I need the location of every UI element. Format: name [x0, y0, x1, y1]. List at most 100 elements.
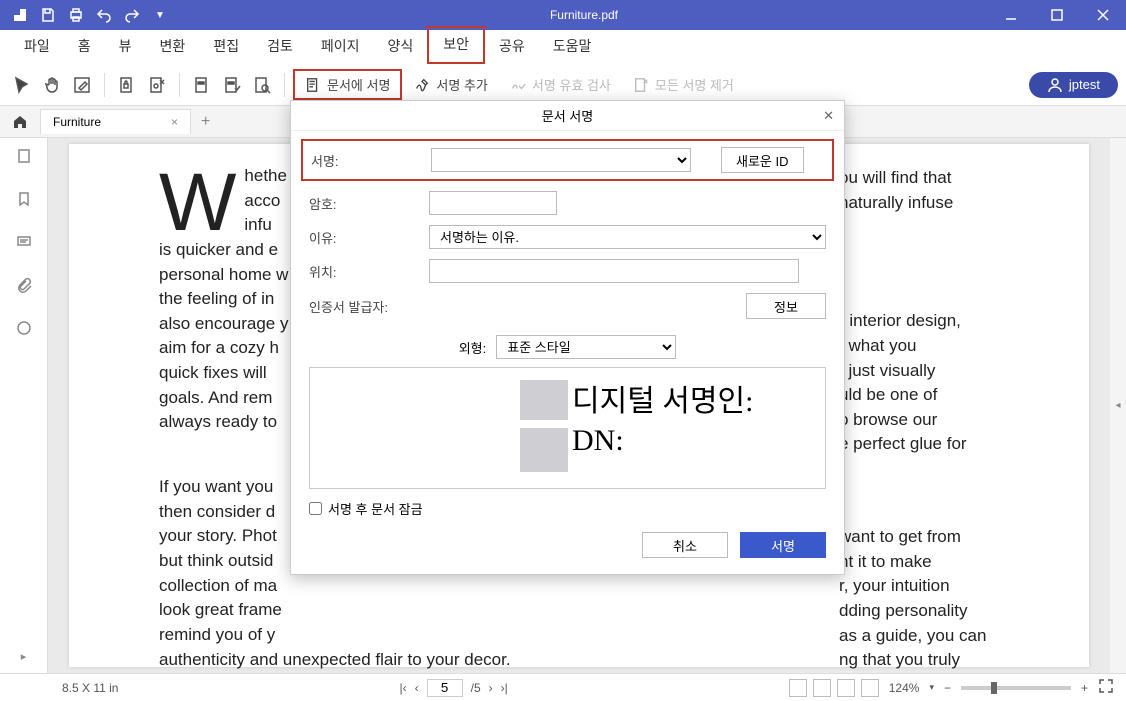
- single-page-view-icon[interactable]: [789, 679, 807, 697]
- document-tab[interactable]: Furniture ×: [40, 109, 191, 134]
- comments-icon[interactable]: [16, 234, 32, 255]
- last-page-icon[interactable]: ›|: [501, 681, 508, 695]
- hand-tool-icon[interactable]: [38, 71, 66, 99]
- signature-label: 서명:: [311, 151, 421, 170]
- reason-label: 이유:: [309, 228, 419, 247]
- remove-all-signatures-button[interactable]: 모든 서명 제거: [623, 71, 744, 98]
- sign-document-icon: [305, 77, 321, 93]
- tab-label: Furniture: [53, 115, 101, 129]
- menu-review[interactable]: 검토: [253, 30, 307, 64]
- validate-signatures-icon: [510, 77, 526, 93]
- tab-close-button[interactable]: ×: [171, 115, 178, 129]
- cert-issuer-label: 인증서 발급자:: [309, 297, 419, 316]
- thumbnails-icon[interactable]: [16, 148, 32, 169]
- password-label: 암호:: [309, 194, 419, 213]
- menu-share[interactable]: 공유: [485, 30, 539, 64]
- add-signature-button[interactable]: 서명 추가: [404, 71, 497, 98]
- dialog-actions: 취소 서명: [309, 532, 826, 558]
- two-page-continuous-icon[interactable]: [861, 679, 879, 697]
- menu-file[interactable]: 파일: [10, 30, 64, 64]
- bookmarks-icon[interactable]: [16, 191, 32, 212]
- dialog-close-button[interactable]: ✕: [823, 108, 834, 124]
- menu-security[interactable]: 보안: [427, 26, 485, 64]
- home-tab-button[interactable]: [0, 114, 40, 130]
- preview-placeholder-icon: [520, 380, 568, 420]
- sign-button[interactable]: 서명: [740, 532, 826, 558]
- undo-icon[interactable]: [92, 3, 116, 27]
- signature-id-select[interactable]: [431, 148, 691, 172]
- zoom-dropdown-icon[interactable]: ▾: [929, 682, 934, 693]
- validate-signatures-button[interactable]: 서명 유효 검사: [500, 71, 621, 98]
- password-input[interactable]: [429, 191, 557, 215]
- appearance-label: 외형:: [459, 338, 487, 357]
- zoom-out-icon[interactable]: −: [944, 681, 951, 695]
- menu-page[interactable]: 페이지: [307, 30, 374, 64]
- statusbar: 8.5 X 11 in |‹ ‹ /5 › ›| 124% ▾ − +: [0, 673, 1126, 701]
- dropcap: W: [159, 164, 244, 236]
- expand-panel-icon[interactable]: ▸: [21, 650, 27, 663]
- redact-apply-icon[interactable]: [218, 71, 246, 99]
- menu-form[interactable]: 양식: [373, 30, 427, 64]
- print-icon[interactable]: [64, 3, 88, 27]
- lock-after-sign-checkbox[interactable]: [309, 502, 322, 515]
- zoom-slider[interactable]: [961, 686, 1071, 690]
- cancel-button[interactable]: 취소: [642, 532, 728, 558]
- window-title: Furniture.pdf: [180, 8, 988, 22]
- quick-access-toolbar: ▼: [0, 3, 180, 27]
- add-signature-icon: [414, 77, 430, 93]
- location-input[interactable]: [429, 259, 799, 283]
- dialog-title: 문서 서명: [542, 106, 593, 125]
- attachments-icon[interactable]: [16, 277, 32, 298]
- encrypt-password-icon[interactable]: [113, 71, 141, 99]
- select-tool-icon[interactable]: [8, 71, 36, 99]
- preview-line-1: 디지털 서명인:: [572, 376, 753, 420]
- fullscreen-icon[interactable]: [1098, 678, 1114, 697]
- menu-convert[interactable]: 변환: [146, 30, 200, 64]
- user-account-button[interactable]: jptest: [1029, 72, 1118, 98]
- redact-search-icon[interactable]: [248, 71, 276, 99]
- new-id-button[interactable]: 새로운 ID: [721, 147, 804, 173]
- remove-signatures-icon: [633, 77, 649, 93]
- qat-dropdown-icon[interactable]: ▼: [148, 3, 172, 27]
- location-row: 위치:: [309, 259, 826, 283]
- edit-tool-icon[interactable]: [68, 71, 96, 99]
- signature-id-row: 서명: 새로운 ID: [301, 139, 834, 181]
- new-tab-button[interactable]: +: [191, 113, 220, 131]
- save-icon[interactable]: [36, 3, 60, 27]
- page-dimensions: 8.5 X 11 in: [62, 681, 118, 695]
- home-icon: [12, 114, 28, 130]
- zoom-in-icon[interactable]: +: [1081, 681, 1088, 695]
- next-page-icon[interactable]: ›: [489, 681, 493, 695]
- maximize-button[interactable]: [1034, 0, 1080, 30]
- two-page-view-icon[interactable]: [837, 679, 855, 697]
- redact-mark-icon[interactable]: [188, 71, 216, 99]
- continuous-view-icon[interactable]: [813, 679, 831, 697]
- current-page-input[interactable]: [427, 679, 463, 697]
- titlebar: ▼ Furniture.pdf: [0, 0, 1126, 30]
- cert-issuer-row: 인증서 발급자: 정보: [309, 293, 826, 319]
- sign-document-button[interactable]: 문서에 서명: [293, 69, 402, 100]
- reason-select[interactable]: 서명하는 이유.: [429, 225, 826, 249]
- remove-security-icon[interactable]: [143, 71, 171, 99]
- redo-icon[interactable]: [120, 3, 144, 27]
- cert-info-button[interactable]: 정보: [746, 293, 826, 319]
- appearance-select[interactable]: 표준 스타일: [496, 335, 676, 359]
- zoom-level: 124%: [889, 681, 920, 695]
- minimize-button[interactable]: [988, 0, 1034, 30]
- menu-edit[interactable]: 편집: [199, 30, 253, 64]
- preview-line-2: DN:: [572, 424, 624, 458]
- signature-preview: 디지털 서명인: DN:: [309, 367, 826, 489]
- dialog-titlebar: 문서 서명 ✕: [291, 101, 844, 131]
- app-logo-icon[interactable]: [8, 3, 32, 27]
- collapse-right-panel[interactable]: ◂: [1110, 138, 1126, 673]
- close-button[interactable]: [1080, 0, 1126, 30]
- view-mode-buttons: [789, 679, 879, 697]
- chat-icon[interactable]: [16, 320, 32, 341]
- menu-home[interactable]: 홈: [64, 30, 105, 64]
- password-row: 암호:: [309, 191, 826, 215]
- prev-page-icon[interactable]: ‹: [415, 681, 419, 695]
- menu-view[interactable]: 뷰: [105, 30, 146, 64]
- menu-help[interactable]: 도움말: [539, 30, 606, 64]
- first-page-icon[interactable]: |‹: [399, 681, 406, 695]
- paginator: |‹ ‹ /5 › ›|: [399, 679, 507, 697]
